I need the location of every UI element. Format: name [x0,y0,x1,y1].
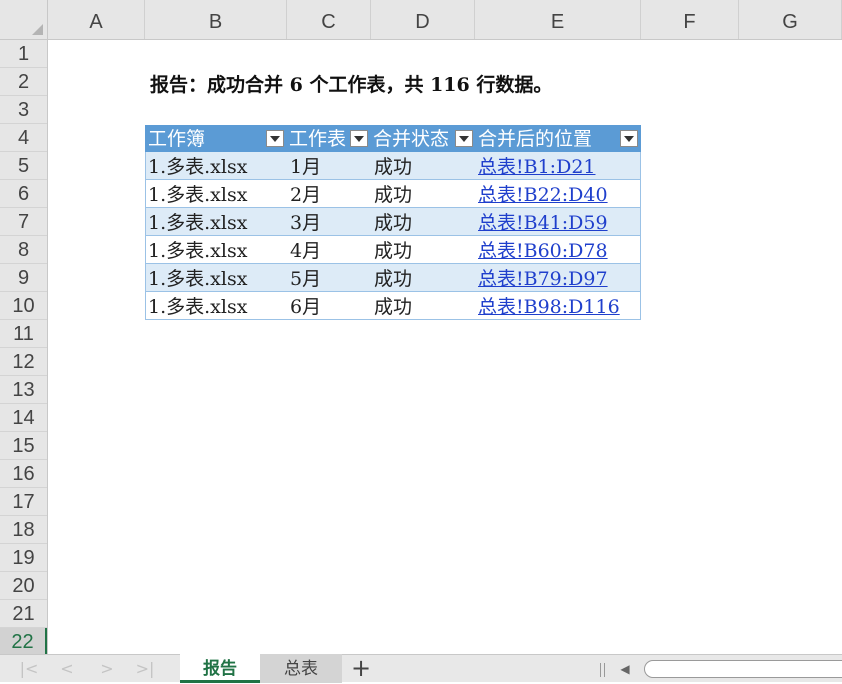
select-all-icon [32,24,43,35]
row-header-15[interactable]: 15 [0,432,47,460]
row-header-5[interactable]: 5 [0,152,47,180]
cell-location-link[interactable]: 总表!B79:D97 [478,264,608,292]
row-header-21[interactable]: 21 [0,600,47,628]
column-header-d[interactable]: D [371,0,475,39]
table-header-location[interactable]: 合并后的位置 [478,125,618,152]
row-header-7[interactable]: 7 [0,208,47,236]
row-header-10[interactable]: 10 [0,292,47,320]
row-header-20[interactable]: 20 [0,572,47,600]
row-header-18[interactable]: 18 [0,516,47,544]
row-header-3[interactable]: 3 [0,96,47,124]
cell-workbook[interactable]: 1.多表.xlsx [148,152,247,180]
sheet-tab-report[interactable]: 报告 [180,654,260,683]
cell-status[interactable]: 成功 [374,236,412,264]
table-header-sheet[interactable]: 工作表 [289,125,349,152]
row-header-13[interactable]: 13 [0,376,47,404]
cell-location-link[interactable]: 总表!B98:D116 [478,292,620,320]
cell-status[interactable]: 成功 [374,208,412,236]
table-row: 1.多表.xlsx 5月 成功 总表!B79:D97 [145,264,641,292]
scroll-left-icon[interactable]: ◀ [614,659,636,679]
cell-location-link[interactable]: 总表!B1:D21 [478,152,596,180]
cell-status[interactable]: 成功 [374,152,412,180]
filter-dropdown-icon[interactable] [350,130,368,147]
cell-sheet[interactable]: 3月 [290,208,321,236]
cell-sheet[interactable]: 6月 [290,292,321,320]
row-header-9[interactable]: 9 [0,264,47,292]
table-header-row: 工作簿 工作表 合并状态 合并后的位置 [145,125,641,152]
next-sheet-icon[interactable]: > [96,659,118,679]
cell-sheet[interactable]: 4月 [290,236,321,264]
row-header-14[interactable]: 14 [0,404,47,432]
cell-location-link[interactable]: 总表!B60:D78 [478,236,608,264]
cell-location-link[interactable]: 总表!B41:D59 [478,208,608,236]
row-header-19[interactable]: 19 [0,544,47,572]
column-header-a[interactable]: A [48,0,145,39]
filter-dropdown-icon[interactable] [266,130,284,147]
cell-location-link[interactable]: 总表!B22:D40 [478,180,608,208]
sheet-tab-bar: |< < > >| 报告 总表 + ◀ [0,654,842,683]
table-row: 1.多表.xlsx 6月 成功 总表!B98:D116 [145,292,641,320]
cell-sheet[interactable]: 5月 [290,264,321,292]
row-headers: 1 2 3 4 5 6 7 8 9 10 11 12 13 14 15 16 17 18 19 20 21 22 [0,40,48,654]
column-header-f[interactable]: F [641,0,739,39]
column-header-g[interactable]: G [739,0,842,39]
row-header-16[interactable]: 16 [0,460,47,488]
select-all-corner[interactable] [0,0,48,40]
prev-sheet-icon[interactable]: < [56,659,78,679]
first-sheet-icon[interactable]: |< [18,659,40,679]
column-header-c[interactable]: C [287,0,371,39]
cell-workbook[interactable]: 1.多表.xlsx [148,264,247,292]
tab-split-handle[interactable] [600,663,605,677]
horizontal-scrollbar[interactable] [644,660,842,678]
report-title[interactable]: 报告：成功合并 6 个工作表，共 116 行数据。 [150,70,552,97]
column-headers: A B C D E F G [48,0,842,40]
table-row: 1.多表.xlsx 3月 成功 总表!B41:D59 [145,208,641,236]
table-header-status[interactable]: 合并状态 [373,125,453,152]
table-header-workbook[interactable]: 工作簿 [148,125,263,152]
row-header-22[interactable]: 22 [0,628,47,654]
cell-workbook[interactable]: 1.多表.xlsx [148,180,247,208]
row-header-6[interactable]: 6 [0,180,47,208]
cell-status[interactable]: 成功 [374,292,412,320]
cell-workbook[interactable]: 1.多表.xlsx [148,236,247,264]
filter-dropdown-icon[interactable] [455,130,473,147]
cell-status[interactable]: 成功 [374,264,412,292]
row-header-8[interactable]: 8 [0,236,47,264]
row-header-2[interactable]: 2 [0,68,47,96]
cell-workbook[interactable]: 1.多表.xlsx [148,292,247,320]
row-header-17[interactable]: 17 [0,488,47,516]
column-header-e[interactable]: E [475,0,641,39]
table-row: 1.多表.xlsx 2月 成功 总表!B22:D40 [145,180,641,208]
row-header-4[interactable]: 4 [0,124,47,152]
column-header-b[interactable]: B [145,0,287,39]
cell-status[interactable]: 成功 [374,180,412,208]
cell-sheet[interactable]: 2月 [290,180,321,208]
last-sheet-icon[interactable]: >| [134,659,156,679]
row-header-11[interactable]: 11 [0,320,47,348]
cell-workbook[interactable]: 1.多表.xlsx [148,208,247,236]
sheet-tab-summary[interactable]: 总表 [260,654,342,683]
filter-dropdown-icon[interactable] [620,130,638,147]
spreadsheet-grid: A B C D E F G 1 2 3 4 5 6 7 8 9 10 11 12 13 14 15 16 17 1… [0,0,842,654]
add-sheet-button[interactable]: + [344,655,378,683]
table-row: 1.多表.xlsx 1月 成功 总表!B1:D21 [145,152,641,180]
row-header-12[interactable]: 12 [0,348,47,376]
table-row: 1.多表.xlsx 4月 成功 总表!B60:D78 [145,236,641,264]
cell-sheet[interactable]: 1月 [290,152,321,180]
row-header-1[interactable]: 1 [0,40,47,68]
